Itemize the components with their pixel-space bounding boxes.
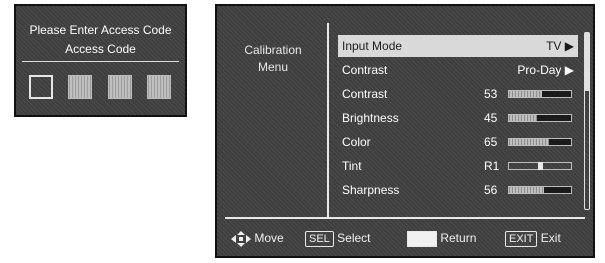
tint-label: Tint (342, 159, 362, 173)
select-label: Select (337, 231, 371, 245)
contrast-slider-fill (509, 91, 542, 97)
footer-exit: EXIT Exit (505, 231, 561, 247)
return-key-icon (407, 231, 437, 247)
color-slider-fill (509, 139, 550, 145)
menu-row-brightness[interactable]: Brightness 45 (338, 107, 578, 129)
calibration-title-line1: Calibration (244, 43, 302, 57)
color-value: 65 (484, 135, 498, 149)
menu-row-contrast[interactable]: Contrast 53 (338, 83, 578, 105)
calibration-menu-title: Calibration Menu (227, 43, 319, 77)
menu-scrollbar-thumb[interactable] (585, 33, 589, 91)
color-slider[interactable] (508, 138, 572, 146)
calibration-menu-panel: Calibration Menu Input Mode TV ▶ Contras… (215, 4, 595, 258)
menu-row-sharpness[interactable]: Sharpness 56 (338, 179, 578, 201)
menu-row-picture-mode[interactable]: Contrast Pro-Day ▶ (338, 59, 578, 81)
calibration-title-line2: Menu (257, 60, 289, 74)
contrast-value: 53 (484, 87, 498, 101)
footer-select: SEL Select (305, 231, 371, 247)
contrast-slider[interactable] (508, 90, 572, 98)
return-label: Return (440, 231, 477, 246)
sharpness-slider[interactable] (508, 186, 572, 194)
tint-slider[interactable] (508, 162, 572, 170)
contrast-label: Contrast (342, 87, 388, 101)
menu-scrollbar[interactable] (584, 32, 590, 210)
code-digit-box-1[interactable] (29, 75, 53, 99)
access-code-label: Access Code (65, 42, 136, 56)
access-prompt: Please Enter Access Code (29, 23, 172, 37)
code-digit-box-4[interactable] (147, 75, 171, 99)
input-mode-value: TV ▶ (546, 39, 574, 53)
exit-key: EXIT (505, 231, 538, 247)
access-code-panel: Please Enter Access Code Access Code (14, 4, 187, 117)
picture-mode-label: Contrast (342, 63, 388, 77)
sharpness-slider-fill (509, 187, 544, 193)
sel-key: SEL (305, 231, 334, 247)
exit-label: Exit (540, 231, 561, 245)
move-arrows-icon (231, 231, 251, 247)
brightness-label: Brightness (342, 111, 399, 125)
color-label: Color (342, 135, 371, 149)
code-digit-box-2[interactable] (68, 75, 92, 99)
sharpness-label: Sharpness (342, 183, 400, 197)
input-mode-label: Input Mode (342, 39, 403, 53)
brightness-slider-fill (509, 115, 537, 121)
code-digit-box-3[interactable] (108, 75, 132, 99)
footer-move: Move (231, 231, 284, 247)
menu-row-color[interactable]: Color 65 (338, 131, 578, 153)
footer-divider (225, 217, 585, 219)
footer-return: Return (407, 231, 476, 247)
tint-slider-marker[interactable] (537, 162, 543, 170)
menu-row-tint[interactable]: Tint R1 (338, 155, 578, 177)
move-label: Move (254, 231, 284, 246)
sharpness-value: 56 (484, 183, 498, 197)
access-divider (22, 61, 179, 62)
picture-mode-value: Pro-Day ▶ (517, 63, 574, 77)
tint-value: R1 (484, 159, 500, 173)
menu-row-input-mode[interactable]: Input Mode TV ▶ (338, 35, 578, 57)
brightness-slider[interactable] (508, 114, 572, 122)
brightness-value: 45 (484, 111, 498, 125)
menu-vertical-divider (327, 23, 329, 219)
